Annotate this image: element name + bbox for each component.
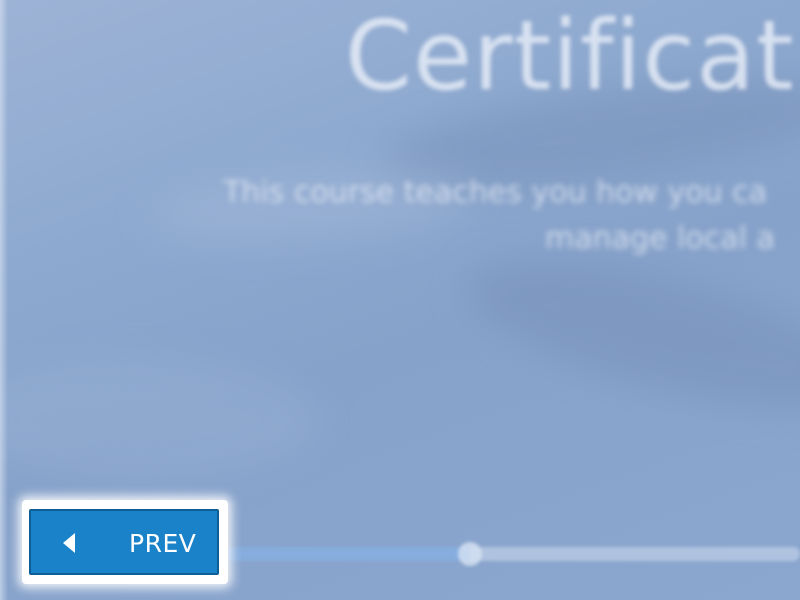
caret-left-icon <box>63 533 75 553</box>
progress-handle[interactable] <box>458 542 482 566</box>
background-streak <box>452 230 800 440</box>
prev-button-focus-ring: PREV <box>22 500 228 584</box>
left-edge-highlight <box>0 0 8 600</box>
subtitle-line-2: manage local a <box>545 221 775 256</box>
progress-fill <box>200 547 470 561</box>
subtitle-line-1: This course teaches you how you ca <box>222 175 768 210</box>
prev-button[interactable]: PREV <box>29 509 219 575</box>
background-streak <box>0 360 320 480</box>
slide-title: Certificat <box>345 0 795 112</box>
course-slide: Certificat This course teaches you how y… <box>0 0 800 600</box>
progress-bar[interactable] <box>200 542 800 566</box>
prev-button-label: PREV <box>129 529 197 558</box>
slide-subtitle: This course teaches you how you ca manag… <box>190 170 800 262</box>
